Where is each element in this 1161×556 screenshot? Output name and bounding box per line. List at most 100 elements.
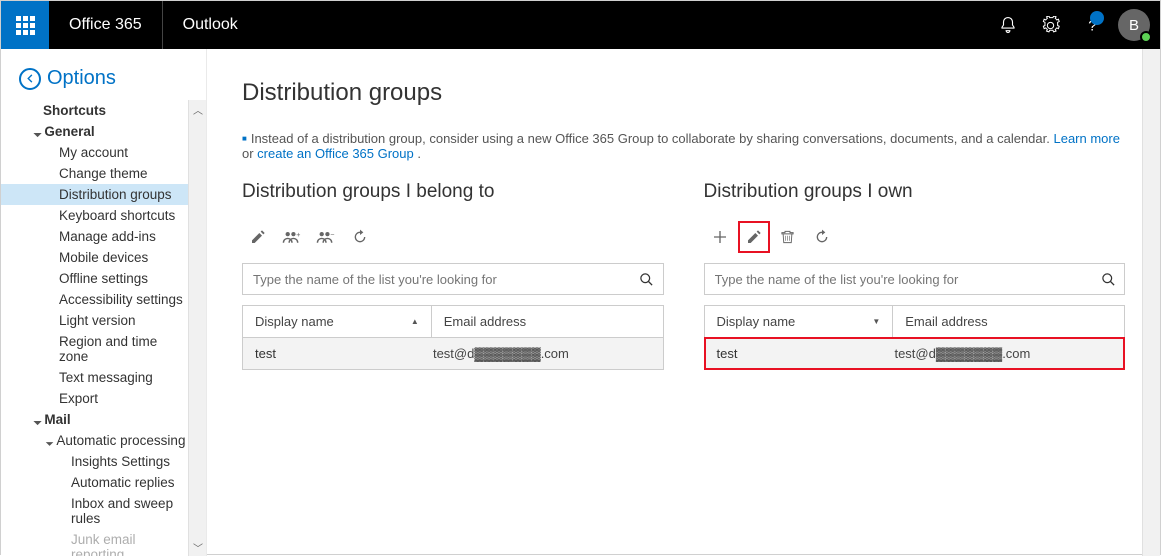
sort-desc-icon: ▼ — [872, 317, 880, 326]
panel-own-grid: Display name ▼ Email address test test@d… — [704, 305, 1126, 370]
scroll-up-icon[interactable]: ︿ — [189, 100, 206, 118]
sidebar-item-distribution-groups[interactable]: Distribution groups — [1, 184, 188, 205]
edit-icon — [746, 229, 762, 245]
edit-button[interactable] — [738, 221, 770, 253]
notifications-button[interactable] — [988, 1, 1028, 49]
chat-badge-icon — [1090, 11, 1104, 25]
bell-icon — [999, 16, 1017, 34]
top-header: Office 365 Outlook ? B — [1, 1, 1160, 49]
refresh-button[interactable] — [806, 221, 838, 253]
cell-email: test@d▓▓▓▓▓▓▓.com — [894, 346, 1112, 361]
brand-label[interactable]: Office 365 — [49, 1, 163, 49]
sidebar-item-inbox-sweep-rules[interactable]: Inbox and sweep rules — [1, 493, 188, 529]
join-group-button[interactable]: + — [276, 221, 308, 253]
svg-text:+: + — [296, 231, 300, 239]
table-row[interactable]: test test@d▓▓▓▓▓▓▓.com — [705, 338, 1125, 369]
delete-icon — [780, 229, 795, 245]
table-row[interactable]: test test@d▓▓▓▓▓▓▓.com — [243, 338, 663, 369]
sidebar-item-shortcuts[interactable]: Shortcuts — [1, 100, 188, 121]
app-launcher-button[interactable] — [1, 1, 49, 49]
learn-more-link[interactable]: Learn more — [1053, 131, 1119, 146]
gear-icon — [1041, 16, 1060, 35]
sidebar-item-junk-email-reporting[interactable]: Junk email reporting — [1, 529, 188, 556]
sidebar-item-my-account[interactable]: My account — [1, 142, 188, 163]
info-mid: or — [242, 146, 257, 161]
sidebar-item-insights-settings[interactable]: Insights Settings — [1, 451, 188, 472]
delete-button[interactable] — [772, 221, 804, 253]
arrow-left-icon — [25, 73, 36, 84]
sidebar-item-offline-settings[interactable]: Offline settings — [1, 268, 188, 289]
column-email[interactable]: Email address — [893, 306, 1124, 337]
nav-tree: Shortcuts General My account Change them… — [1, 100, 206, 556]
svg-text:−: − — [330, 231, 334, 239]
scroll-down-icon[interactable]: ﹀ — [189, 538, 206, 556]
join-group-icon: + — [282, 229, 302, 245]
options-header[interactable]: Options — [1, 67, 206, 100]
create-group-link[interactable]: create an Office 365 Group — [257, 146, 414, 161]
sidebar-item-keyboard-shortcuts[interactable]: Keyboard shortcuts — [1, 205, 188, 226]
sidebar-item-accessibility-settings[interactable]: Accessibility settings — [1, 289, 188, 310]
panel-groups-own: Distribution groups I own — [704, 181, 1126, 370]
info-prefix: Instead of a distribution group, conside… — [251, 131, 1054, 146]
settings-button[interactable] — [1030, 1, 1070, 49]
sidebar-category-general[interactable]: General — [1, 121, 188, 142]
search-input[interactable] — [243, 264, 631, 294]
panel-own-toolbar — [704, 221, 1126, 253]
leave-group-button[interactable]: − — [310, 221, 342, 253]
content-area: Distribution groups ■Instead of a distri… — [206, 49, 1160, 556]
content-scrollbar[interactable] — [1142, 49, 1160, 556]
refresh-icon — [814, 229, 830, 245]
column-display-name-label: Display name — [717, 314, 796, 329]
search-icon — [1101, 272, 1116, 287]
panel-belong-title: Distribution groups I belong to — [242, 181, 664, 203]
sidebar-item-export[interactable]: Export — [1, 388, 188, 409]
sidebar-category-mail[interactable]: Mail — [1, 409, 188, 430]
panel-belong-search — [242, 263, 664, 295]
sidebar-item-automatic-replies[interactable]: Automatic replies — [1, 472, 188, 493]
refresh-button[interactable] — [344, 221, 376, 253]
sidebar-item-mobile-devices[interactable]: Mobile devices — [1, 247, 188, 268]
edit-icon — [250, 229, 266, 245]
help-button[interactable]: ? — [1072, 1, 1112, 49]
sidebar-item-manage-add-ins[interactable]: Manage add-ins — [1, 226, 188, 247]
avatar-initial: B — [1129, 17, 1139, 34]
leave-group-icon: − — [316, 229, 336, 245]
panel-own-search — [704, 263, 1126, 295]
info-text: ■Instead of a distribution group, consid… — [242, 131, 1125, 161]
search-button[interactable] — [1092, 264, 1124, 294]
edit-button[interactable] — [242, 221, 274, 253]
search-icon — [639, 272, 654, 287]
column-email[interactable]: Email address — [432, 306, 663, 337]
add-button[interactable] — [704, 221, 736, 253]
info-suffix: . — [414, 146, 421, 161]
column-display-name[interactable]: Display name ▼ — [705, 306, 894, 337]
sidebar-item-light-version[interactable]: Light version — [1, 310, 188, 331]
panel-own-title: Distribution groups I own — [704, 181, 1126, 203]
sidebar-item-region-time-zone[interactable]: Region and time zone — [1, 331, 188, 367]
column-display-name[interactable]: Display name ▲ — [243, 306, 432, 337]
waffle-icon — [16, 16, 35, 35]
sidebar-item-text-messaging[interactable]: Text messaging — [1, 367, 188, 388]
app-name-label[interactable]: Outlook — [163, 16, 258, 34]
column-email-label: Email address — [905, 314, 987, 329]
main-area: Options Shortcuts General My account Cha… — [1, 49, 1160, 556]
panel-groups-belong: Distribution groups I belong to + − — [242, 181, 664, 370]
search-button[interactable] — [631, 264, 663, 294]
sidebar-scrollbar[interactable]: ︿ ﹀ — [188, 100, 206, 556]
panel-belong-grid: Display name ▲ Email address test test@d… — [242, 305, 664, 370]
grid-header: Display name ▲ Email address — [243, 306, 663, 338]
cell-email: test@d▓▓▓▓▓▓▓.com — [433, 346, 651, 361]
back-button[interactable] — [19, 68, 41, 90]
refresh-icon — [352, 229, 368, 245]
sidebar-subcategory-automatic-processing[interactable]: Automatic processing — [1, 430, 188, 451]
sort-asc-icon: ▲ — [411, 317, 419, 326]
grid-header: Display name ▼ Email address — [705, 306, 1125, 338]
cell-display-name: test — [255, 346, 433, 361]
search-input[interactable] — [705, 264, 1093, 294]
column-email-label: Email address — [444, 314, 526, 329]
options-title: Options — [47, 67, 116, 90]
panel-belong-toolbar: + − — [242, 221, 664, 253]
cell-display-name: test — [717, 346, 895, 361]
sidebar-item-change-theme[interactable]: Change theme — [1, 163, 188, 184]
avatar[interactable]: B — [1118, 9, 1150, 41]
